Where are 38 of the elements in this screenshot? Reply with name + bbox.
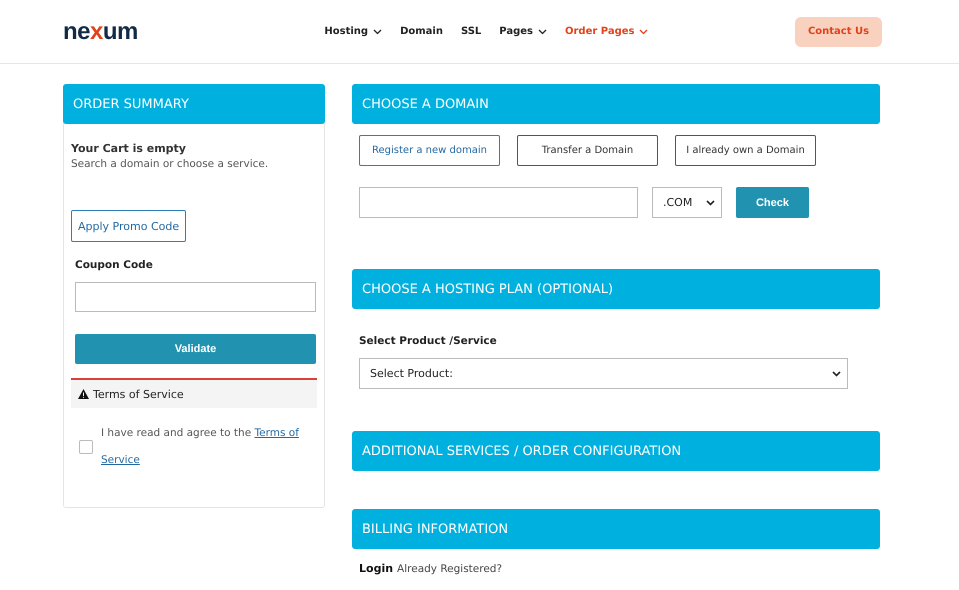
section-header: BILLING INFORMATION xyxy=(352,509,880,549)
cart-hint: Search a domain or choose a service. xyxy=(71,158,270,170)
login-label: Login xyxy=(359,562,394,575)
check-button[interactable]: Check xyxy=(736,187,809,218)
panel-header: ORDER SUMMARY xyxy=(63,84,325,124)
tld-select[interactable]: .COM xyxy=(652,187,722,218)
terms-link[interactable]: Terms of xyxy=(254,427,299,439)
coupon-field[interactable] xyxy=(75,282,316,312)
domain-option-button[interactable]: Transfer a Domain xyxy=(517,135,658,166)
cart-title: Your Cart is empty xyxy=(71,142,187,155)
login-hint: Already Registered? xyxy=(397,563,502,575)
warning-icon xyxy=(78,389,89,399)
field-label: Coupon Code xyxy=(75,259,154,271)
nav-link[interactable]: Hosting xyxy=(324,26,382,37)
chevron-down-icon xyxy=(832,370,841,376)
field-label: Select Product /Service xyxy=(359,335,498,347)
logo[interactable]: nexum xyxy=(63,18,138,46)
nav-link[interactable]: Domain xyxy=(400,26,443,37)
chevron-down-icon xyxy=(373,28,382,34)
terms-text: I have read and agree to the Terms of Service xyxy=(101,426,299,468)
validate-button[interactable]: Validate xyxy=(75,334,316,364)
domain-option-button[interactable]: Register a new domain xyxy=(359,135,500,166)
terms-title: Terms of Service xyxy=(93,388,184,400)
nav-link[interactable]: Pages xyxy=(499,26,547,37)
terms-checkbox[interactable] xyxy=(79,440,93,454)
nav-link[interactable]: SSL xyxy=(460,26,482,37)
nav-link[interactable]: Order Pages xyxy=(564,26,648,37)
chevron-down-icon xyxy=(706,200,715,206)
chevron-down-icon xyxy=(639,28,648,34)
product-select[interactable]: Select Product: xyxy=(359,358,848,389)
section-header: CHOOSE A DOMAIN xyxy=(352,84,880,124)
chevron-down-icon xyxy=(538,28,547,34)
domain-option-button[interactable]: I already own a Domain xyxy=(675,135,816,166)
promo-button[interactable]: Apply Promo Code xyxy=(71,210,186,242)
domain-field[interactable] xyxy=(359,187,638,218)
section-header: CHOOSE A HOSTING PLAN (OPTIONAL) xyxy=(352,269,880,309)
terms-link[interactable]: Service xyxy=(101,454,140,466)
section-header: ADDITIONAL SERVICES / ORDER CONFIGURATION xyxy=(352,431,880,471)
